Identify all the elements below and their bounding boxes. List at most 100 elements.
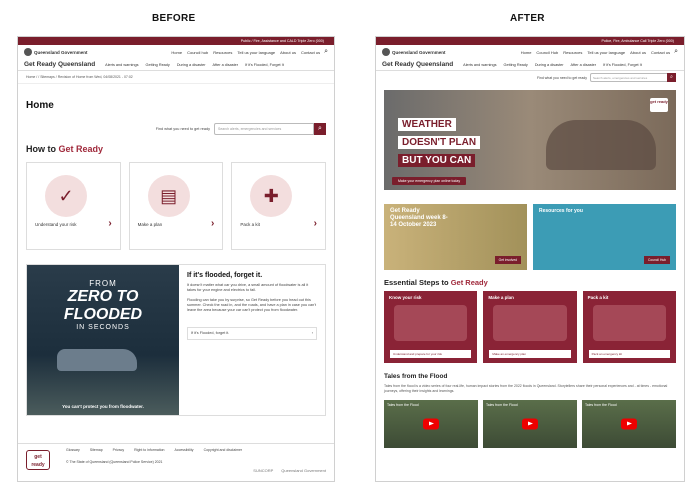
hero-line-1a: WEATHER (398, 118, 456, 131)
util-link-home[interactable]: Home (171, 50, 182, 55)
chat-check-icon: ✓ (45, 175, 87, 217)
search-label: Find what you need to get ready (155, 127, 210, 131)
hero-line-1b: DOESN'T PLAN (398, 136, 481, 149)
before-label: BEFORE (152, 13, 196, 24)
promo-resources[interactable]: Resources for you Council Hub (533, 204, 676, 270)
hero-cta-button[interactable]: Make your emergency plan online today (392, 177, 467, 185)
breadcrumb[interactable]: Home / / Sitemaps / Revision of Home fro… (18, 71, 334, 84)
tales-description: Tales from the flood is a video series o… (384, 384, 668, 393)
nav-flooded[interactable]: If it's Flooded, Forget It (245, 63, 284, 67)
get-ready-logo[interactable]: get ready (26, 450, 50, 470)
util-link-contact[interactable]: Contact us (651, 50, 670, 55)
flood-feature: FROM ZERO TO FLOODED IN SECONDS You can'… (26, 264, 326, 416)
chevron-right-icon: › (313, 218, 318, 229)
crest-icon (24, 48, 32, 56)
search-input[interactable]: Search alerts, emergencies and services (214, 123, 314, 135)
util-link-resources[interactable]: Resources (213, 50, 232, 55)
chevron-right-icon: › (108, 218, 112, 229)
step-button[interactable]: Pack an emergency kit (588, 350, 670, 358)
tales-title: Tales from the Flood (384, 373, 448, 380)
util-link-language[interactable]: Tell us your language (587, 50, 625, 55)
footer-link-privacy[interactable]: Privacy (113, 448, 124, 452)
flood-paragraph-1: It doesn't matter what car you drive, a … (187, 283, 309, 292)
youtube-play-icon[interactable] (423, 418, 439, 430)
nav-after[interactable]: After a disaster (213, 63, 239, 67)
page-title: Home (26, 100, 54, 111)
nav-after[interactable]: After a disaster (571, 63, 597, 67)
council-hub-button[interactable]: Council Hub (644, 256, 670, 264)
nav-alerts[interactable]: Alerts and warnings (463, 63, 496, 67)
card-understand-risk[interactable]: ✓ Understand your risk › (26, 162, 121, 250)
get-ready-logo: get ready (650, 98, 668, 112)
crest-icon (382, 48, 390, 56)
emergency-topbar: Police, Fire, Ambulance Call Triple Zero… (376, 37, 684, 45)
kit-illustration (592, 305, 666, 341)
clipboard-check-icon: ▤ (147, 175, 190, 217)
video-2[interactable]: Tales from the Flood (483, 400, 577, 448)
after-screenshot: Police, Fire, Ambulance Call Triple Zero… (375, 36, 685, 482)
search-button[interactable]: ⌕ (314, 123, 326, 135)
search-icon[interactable]: ⌕ (324, 48, 328, 56)
search-icon[interactable]: ⌕ (674, 48, 678, 56)
chevron-right-icon: › (311, 331, 313, 335)
family-photo (546, 120, 656, 170)
nav-during[interactable]: During a disaster (177, 63, 206, 67)
emergency-topbar: Public / Fire, Assistance and CALD Tripl… (18, 37, 334, 45)
footer-link-rti[interactable]: Right to information (134, 448, 164, 452)
search-button[interactable]: ⌕ (667, 73, 676, 82)
qld-gov-logo[interactable]: Queensland Government (382, 48, 446, 56)
util-link-resources[interactable]: Resources (563, 50, 582, 55)
card-make-plan[interactable]: ▤ Make a plan › (128, 162, 224, 250)
card-pack-kit[interactable]: ✚ Pack a kit › (231, 162, 327, 250)
search-input[interactable]: Search alerts, emergencies and services (590, 73, 668, 82)
search-label: Find what you need to get ready (536, 75, 587, 80)
site-brand[interactable]: Get Ready Queensland (382, 61, 453, 68)
step-button[interactable]: Understand and prepare for your risk (390, 350, 472, 358)
util-link-about[interactable]: About us (280, 50, 296, 55)
before-screenshot: Public / Fire, Assistance and CALD Tripl… (17, 36, 335, 482)
footer-link-sitemap[interactable]: Sitemap (90, 448, 103, 452)
emergency-kit-icon: ✚ (250, 175, 293, 217)
section-title: How to Get Ready (26, 144, 104, 154)
step-know-risk[interactable]: Know your risk Understand and prepare fo… (384, 291, 478, 363)
after-label: AFTER (510, 13, 545, 24)
hero-banner: WEATHER DOESN'T PLAN BUT YOU CAN get rea… (384, 90, 676, 190)
flood-title: If it's flooded, forget it. (187, 272, 263, 279)
nav-getting-ready[interactable]: Getting Ready (504, 63, 528, 67)
flood-banner-image: FROM ZERO TO FLOODED IN SECONDS You can'… (27, 265, 179, 415)
nav-during[interactable]: During a disaster (535, 63, 564, 67)
youtube-play-icon[interactable] (522, 418, 538, 430)
plan-illustration (493, 305, 567, 341)
step-button[interactable]: Make an emergency plan (489, 350, 571, 358)
youtube-play-icon[interactable] (621, 418, 637, 430)
util-link-language[interactable]: Tell us your language (237, 50, 275, 55)
video-1[interactable]: Tales from the Flood (384, 400, 478, 448)
util-link-about[interactable]: About us (630, 50, 646, 55)
site-brand[interactable]: Get Ready Queensland (24, 61, 95, 68)
step-pack-kit[interactable]: Pack a kit Pack an emergency kit (582, 291, 676, 363)
nav-getting-ready[interactable]: Getting Ready (146, 63, 170, 67)
flood-paragraph-2: Flooding can take you by surprise, so Ge… (187, 298, 317, 312)
risk-illustration (394, 305, 468, 341)
copyright-text: © The State of Queensland (Queensland Po… (66, 460, 163, 464)
util-link-contact[interactable]: Contact us (301, 50, 320, 55)
video-3[interactable]: Tales from the Flood (582, 400, 676, 448)
chevron-right-icon: › (211, 218, 215, 229)
util-link-home[interactable]: Home (521, 50, 532, 55)
step-make-plan[interactable]: Make a plan Make an emergency plan (483, 291, 577, 363)
util-link-council[interactable]: Council hub (187, 50, 208, 55)
flood-link[interactable]: If it's Flooded, forget it. › (187, 327, 317, 340)
steps-title: Essential Steps to Get Ready (384, 278, 488, 287)
nav-flooded[interactable]: If it's Flooded, Forget It (603, 63, 642, 67)
promo-week[interactable]: Get Ready Queensland week 8-14 October 2… (384, 204, 527, 270)
footer: get ready Glossary Sitemap Privacy Right… (18, 443, 334, 481)
util-link-council[interactable]: Council Hub (536, 50, 558, 55)
get-involved-button[interactable]: Get involved (494, 256, 521, 264)
qld-gov-footer-logo: Queensland Government (281, 468, 326, 473)
qld-gov-logo[interactable]: Queensland Government (24, 48, 88, 56)
nav-alerts[interactable]: Alerts and warnings (105, 63, 138, 67)
footer-link-glossary[interactable]: Glossary (66, 448, 80, 452)
footer-link-accessibility[interactable]: Accessibility (175, 448, 194, 452)
footer-link-copyright[interactable]: Copyright and disclaimer (204, 448, 243, 452)
suncorp-logo: SUNCORP (253, 468, 274, 473)
